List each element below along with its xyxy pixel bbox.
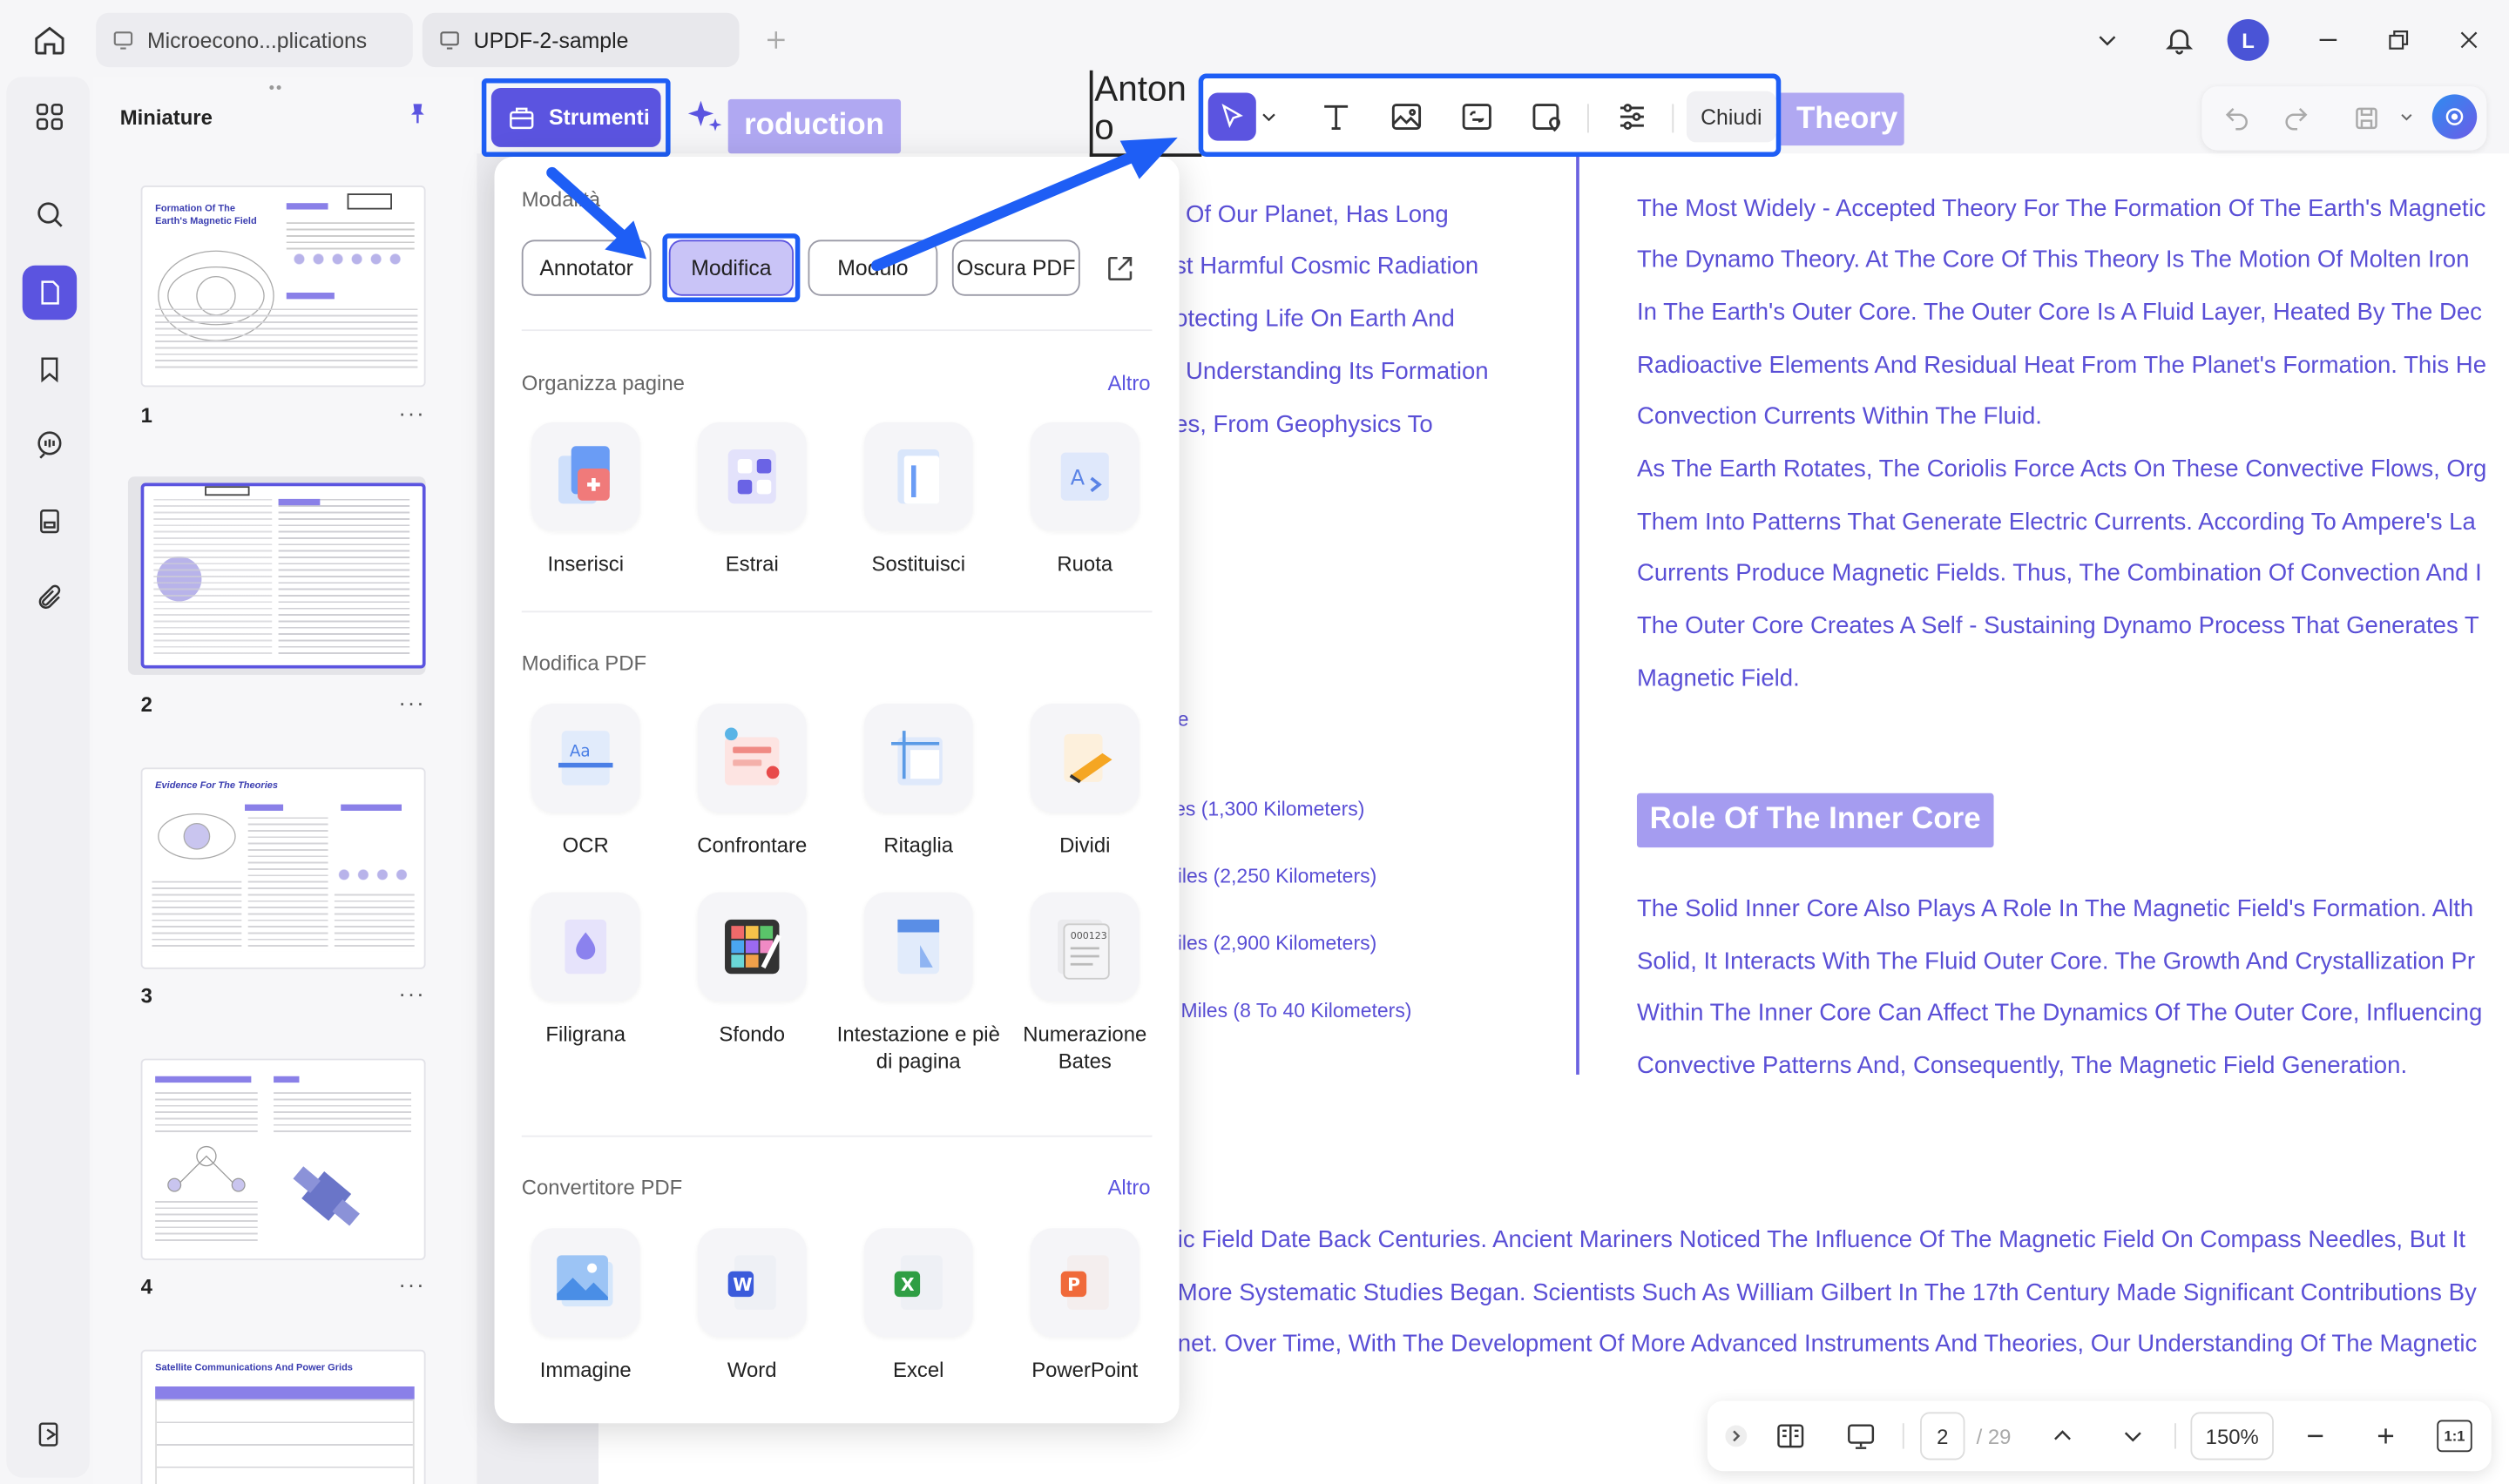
zoom-out-icon[interactable] [2296, 1412, 2335, 1460]
next-page-icon[interactable] [2113, 1412, 2152, 1460]
arrow-to-edit-toolbar [871, 137, 1178, 272]
zoom-in-icon[interactable] [2366, 1412, 2404, 1460]
collapse-bar-icon[interactable] [1720, 1412, 1752, 1460]
zoom-level: 150% [2205, 1424, 2259, 1448]
bar-separator [2174, 1423, 2176, 1449]
actual-size-button[interactable]: 1:1 [2437, 1420, 2472, 1453]
bar-separator [1902, 1423, 1904, 1449]
presentation-icon[interactable] [1838, 1412, 1883, 1460]
page-current: 2 [1937, 1424, 1949, 1448]
page-layout-icon[interactable] [1768, 1412, 1813, 1460]
prev-page-icon[interactable] [2043, 1412, 2081, 1460]
zoom-level-select[interactable]: 150% [2190, 1412, 2274, 1460]
actual-size-label: 1:1 [2444, 1427, 2465, 1445]
arrow-to-edit-mode [546, 166, 647, 260]
tutorial-arrows [546, 137, 1178, 272]
page-total: / 29 [1976, 1424, 2012, 1448]
page-number-input[interactable]: 2 [1920, 1412, 1965, 1460]
page-navigation-bar: 2 / 29 150% 1:1 [1707, 1400, 2492, 1472]
